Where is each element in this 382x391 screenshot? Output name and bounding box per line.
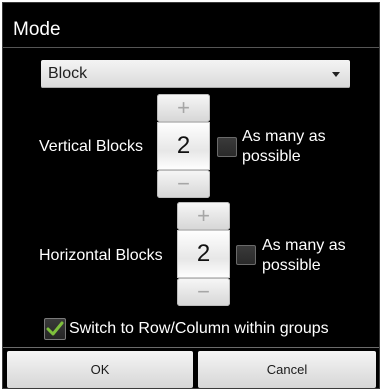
plus-icon: + <box>197 203 210 228</box>
mode-dropdown[interactable]: Block <box>41 60 350 88</box>
mode-dropdown-value: Block <box>48 65 88 82</box>
plus-icon: + <box>177 95 190 120</box>
button-bar-divider <box>3 347 379 348</box>
vertical-decrement-button[interactable]: − <box>157 170 210 198</box>
horizontal-as-many-checkbox[interactable] <box>236 245 256 265</box>
horizontal-as-many-label-line2: possible <box>262 257 321 274</box>
chevron-down-icon <box>332 72 340 77</box>
horizontal-as-many-label-line1: As many as <box>262 237 346 254</box>
title-divider <box>3 47 379 48</box>
vertical-as-many-label: As many as possible <box>242 127 326 167</box>
dialog-title: Mode <box>13 19 61 40</box>
vertical-blocks-picker: + 2 − <box>157 94 210 198</box>
vertical-blocks-value[interactable]: 2 <box>157 122 210 170</box>
horizontal-increment-button[interactable]: + <box>177 202 230 230</box>
switch-row-column-checkbox[interactable] <box>44 318 66 340</box>
horizontal-as-many-label: As many as possible <box>262 236 346 276</box>
ok-button[interactable]: OK <box>7 351 193 388</box>
minus-icon: − <box>177 171 190 196</box>
checkmark-icon <box>46 321 64 336</box>
minus-icon: − <box>197 279 210 304</box>
horizontal-blocks-label: Horizontal Blocks <box>39 247 163 264</box>
vertical-as-many-checkbox[interactable] <box>217 137 237 157</box>
horizontal-blocks-picker: + 2 − <box>177 202 230 306</box>
vertical-increment-button[interactable]: + <box>157 94 210 122</box>
vertical-blocks-label: Vertical Blocks <box>39 138 144 155</box>
horizontal-blocks-value[interactable]: 2 <box>177 230 230 278</box>
horizontal-decrement-button[interactable]: − <box>177 278 230 306</box>
cancel-button[interactable]: Cancel <box>198 351 376 388</box>
switch-row-column-label: Switch to Row/Column within groups <box>69 320 329 337</box>
vertical-as-many-label-line2: possible <box>242 148 301 165</box>
vertical-as-many-label-line1: As many as <box>242 128 326 145</box>
mode-dialog: Mode Block Vertical Blocks + 2 − As many… <box>2 2 380 389</box>
